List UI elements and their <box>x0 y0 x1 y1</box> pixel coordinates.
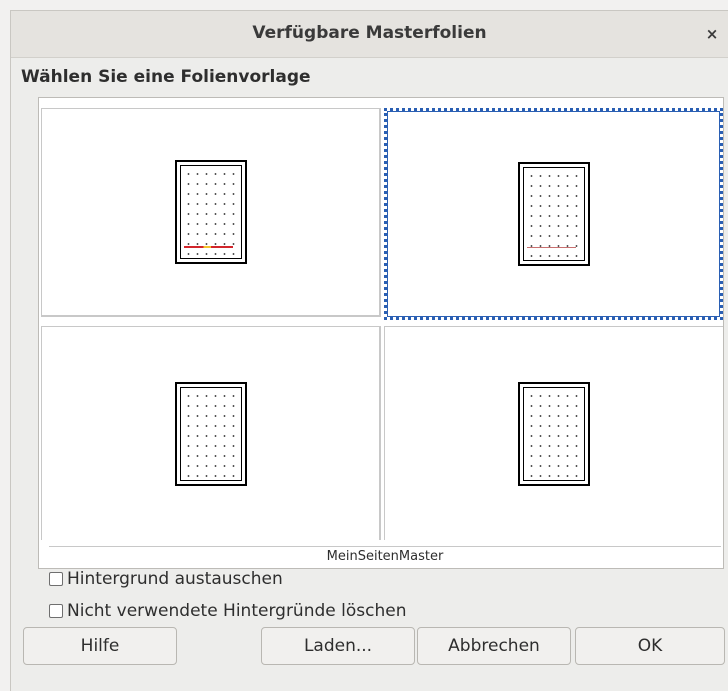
master-slide-thumbnail[interactable] <box>384 326 723 540</box>
slide-preview <box>517 162 590 266</box>
slide-preview-grid <box>179 386 242 481</box>
help-button[interactable]: Hilfe <box>23 627 177 665</box>
master-slide-thumbnail[interactable] <box>41 108 381 317</box>
master-slide-thumbnail-selected[interactable] <box>384 108 723 320</box>
slide-preview-grid <box>523 386 585 481</box>
slide-preview-grid <box>522 167 585 261</box>
checkbox-box[interactable] <box>49 572 63 586</box>
slide-preview-accent <box>526 247 576 248</box>
checkbox-box[interactable] <box>49 604 63 618</box>
load-button[interactable]: Laden... <box>261 627 415 665</box>
master-slide-thumbnail[interactable] <box>41 326 381 540</box>
delete-unused-label: Nicht verwendete Hintergründe löschen <box>67 601 407 621</box>
slide-preview <box>174 160 247 264</box>
selected-master-name: MeinSeitenMaster <box>49 546 721 567</box>
cancel-button[interactable]: Abbrechen <box>417 627 571 665</box>
slide-preview <box>174 381 247 486</box>
slide-preview-accent <box>183 246 233 248</box>
titlebar: Verfügbare Masterfolien × <box>11 11 728 58</box>
section-heading: Wählen Sie eine Folienvorlage <box>21 67 311 87</box>
delete-unused-checkbox[interactable]: Nicht verwendete Hintergründe löschen <box>49 601 406 621</box>
dialog: Verfügbare Masterfolien × Wählen Sie ein… <box>10 10 728 691</box>
master-slides-panel: MeinSeitenMaster <box>38 97 724 569</box>
slide-preview-grid <box>179 165 242 259</box>
exchange-background-checkbox[interactable]: Hintergrund austauschen <box>49 569 283 589</box>
close-icon[interactable]: × <box>702 25 722 45</box>
dialog-title: Verfügbare Masterfolien <box>252 23 487 43</box>
slide-preview <box>518 381 590 486</box>
ok-button[interactable]: OK <box>575 627 725 665</box>
exchange-background-label: Hintergrund austauschen <box>67 569 283 589</box>
